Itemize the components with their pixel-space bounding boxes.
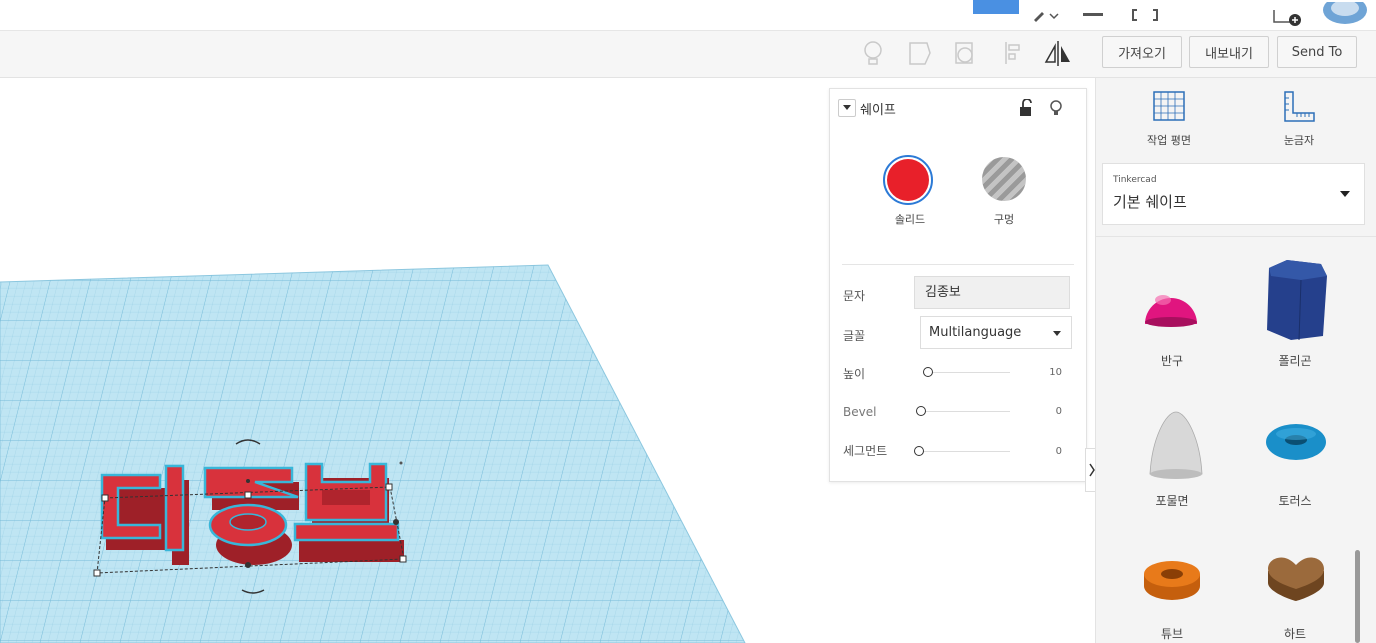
- bevel-slider-track[interactable]: [922, 411, 1010, 412]
- minus-icon[interactable]: [1075, 0, 1111, 30]
- avatar[interactable]: [1320, 0, 1370, 30]
- ungroup-icon[interactable]: [950, 38, 980, 68]
- polygon-icon[interactable]: [1261, 258, 1331, 346]
- top-navigation-bar: [0, 0, 1376, 31]
- height-label: 높이: [843, 367, 866, 381]
- workplane-label: 작업 평면: [1147, 134, 1191, 147]
- collapse-chevron-icon[interactable]: [838, 99, 856, 117]
- tube-icon[interactable]: [1142, 558, 1202, 606]
- caret-down-icon: [1053, 331, 1061, 336]
- lightbulb-icon[interactable]: [858, 38, 888, 68]
- hole-button[interactable]: [982, 157, 1026, 201]
- shape-label-torus: 토러스: [1278, 494, 1312, 508]
- unlock-icon[interactable]: [1018, 98, 1034, 121]
- inspector-title: 쉐이프: [860, 103, 896, 118]
- paraboloid-icon[interactable]: [1146, 408, 1206, 484]
- ruler-label: 눈금자: [1283, 134, 1315, 147]
- shape-label-polygon: 폴리곤: [1278, 354, 1312, 368]
- solid-label: 솔리드: [894, 213, 926, 226]
- edit-pencil-icon[interactable]: [1025, 0, 1065, 30]
- shape-label-tube: 튜브: [1160, 627, 1184, 641]
- solid-swatch: [887, 159, 929, 201]
- heart-icon[interactable]: [1264, 553, 1328, 607]
- shape-label-heart: 하트: [1283, 627, 1307, 641]
- shape-inspector-panel: 쉐이프 솔리드 구멍 문자 김종보 글꼴 Multilanguage 높이 10…: [829, 88, 1087, 482]
- workplane-icon[interactable]: [1152, 90, 1186, 126]
- segments-slider-knob[interactable]: [914, 446, 924, 456]
- library-name: 기본 쉐이프: [1113, 193, 1187, 211]
- bevel-label: Bevel: [843, 405, 877, 419]
- export-button[interactable]: 내보내기: [1189, 36, 1269, 68]
- hole-label: 구멍: [993, 213, 1015, 226]
- text-input[interactable]: 김종보: [914, 276, 1070, 309]
- torus-icon[interactable]: [1264, 422, 1328, 466]
- code-blocks-icon[interactable]: [1120, 0, 1170, 30]
- bevel-slider-knob[interactable]: [916, 406, 926, 416]
- shapes-scrollbar[interactable]: [1355, 550, 1360, 643]
- height-slider-track[interactable]: [930, 372, 1010, 373]
- divider: [1096, 236, 1376, 237]
- divider: [842, 264, 1074, 265]
- align-icon[interactable]: [1000, 38, 1030, 68]
- text-label: 문자: [843, 289, 866, 303]
- bevel-value: 0: [1055, 406, 1062, 417]
- shape-library-select[interactable]: Tinkercad 기본 쉐이프: [1102, 163, 1365, 225]
- lightbulb-icon[interactable]: [1048, 99, 1064, 121]
- segments-slider-track[interactable]: [920, 451, 1010, 452]
- segments-value: 0: [1055, 446, 1062, 457]
- font-select[interactable]: Multilanguage: [920, 316, 1072, 349]
- send-to-button[interactable]: Send To: [1277, 36, 1357, 68]
- shapes-panel: 작업 평면 눈금자 Tinkercad 기본 쉐이프 반구 폴리곤 포물면 토러…: [1095, 78, 1376, 643]
- segments-label: 세그먼트: [843, 444, 888, 458]
- add-user-icon[interactable]: [1268, 0, 1308, 30]
- font-select-value: Multilanguage: [929, 325, 1022, 340]
- grid-view-button[interactable]: [973, 0, 1019, 14]
- hemisphere-icon[interactable]: [1141, 278, 1201, 332]
- library-provider: Tinkercad: [1113, 175, 1157, 185]
- height-slider-knob[interactable]: [923, 367, 933, 377]
- import-button[interactable]: 가져오기: [1102, 36, 1182, 68]
- ruler-icon[interactable]: [1282, 90, 1316, 128]
- mirror-icon[interactable]: [1042, 38, 1072, 68]
- solid-color-button[interactable]: [883, 155, 933, 205]
- shape-label-paraboloid: 포물면: [1155, 494, 1189, 508]
- shape-label-hemisphere: 반구: [1160, 354, 1184, 368]
- group-icon[interactable]: [905, 38, 935, 68]
- caret-down-icon: [1340, 191, 1350, 197]
- font-label: 글꼴: [843, 329, 866, 343]
- height-value: 10: [1049, 367, 1062, 378]
